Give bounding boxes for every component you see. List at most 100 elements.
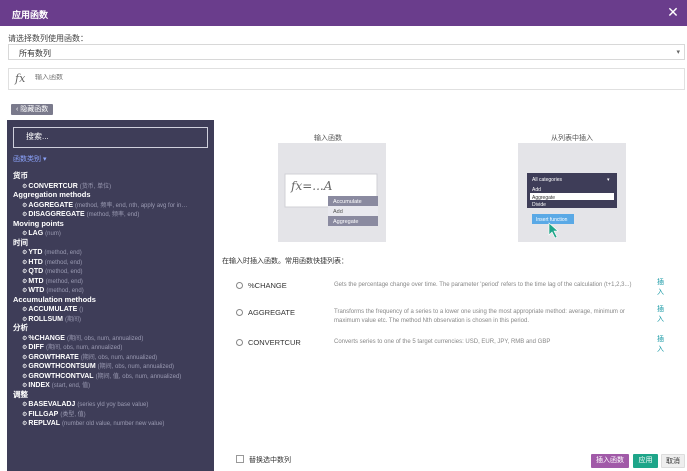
function-item[interactable]: ⚙WTD (method, end) — [13, 285, 213, 295]
function-name: BASEVALADJ — [28, 401, 76, 408]
function-name: MTD — [28, 277, 44, 285]
function-search-input[interactable] — [26, 132, 201, 141]
quick-function-radio[interactable] — [236, 339, 243, 346]
function-item[interactable]: ⚙MTD (method, end) — [13, 276, 213, 286]
function-item[interactable]: ⚙FILLGAP (类型, 值) — [13, 409, 213, 419]
function-name: WTD — [28, 287, 45, 294]
dialog-title: 应用函数 — [12, 10, 49, 20]
function-icon: ⚙ — [22, 259, 28, 266]
quick-function-radio[interactable] — [236, 309, 243, 316]
function-item[interactable]: ⚙QTD (method, end) — [13, 266, 213, 276]
close-icon[interactable]: ✕ — [665, 4, 681, 20]
function-name: REPLVAL — [28, 420, 61, 427]
function-category-heading: 分析 — [13, 323, 28, 332]
function-search-box — [13, 127, 208, 148]
function-icon: ⚙ — [22, 335, 28, 342]
function-icon: ⚙ — [22, 316, 28, 323]
chevron-down-icon: ▾ — [676, 49, 680, 56]
series-select[interactable]: 所有数列 ▾ — [8, 44, 685, 60]
function-item[interactable]: ⚙ACCUMULATE() — [13, 304, 213, 314]
function-category-heading: 货币 — [13, 171, 28, 180]
function-item[interactable]: ⚙%CHANGE (期间, obs, num, annualized) — [13, 333, 213, 343]
function-args: () — [79, 307, 84, 313]
function-args: (货币, 单位) — [79, 183, 112, 190]
insert-function-button[interactable]: 插入函数 — [591, 454, 629, 468]
function-item[interactable]: ⚙BASEVALADJ (series yld yoy base value) — [13, 399, 213, 409]
quick-insert-link[interactable]: 插入 — [657, 335, 665, 355]
function-name: %CHANGE — [28, 334, 65, 342]
quick-function-description: Transforms the frequency of a series to … — [334, 309, 625, 324]
illustration-fx-text: fx=...A — [290, 179, 333, 193]
function-item[interactable]: ⚙YTD (method, end) — [13, 247, 213, 257]
apply-button[interactable]: 应用 — [633, 454, 658, 468]
function-item[interactable]: ⚙ROLLSUM (期间) — [13, 314, 213, 324]
quick-function-row: AGGREGATE Transforms the frequency of a … — [236, 305, 683, 327]
function-name: GROWTHCONTSUM — [28, 363, 96, 370]
function-args: (method, 频率, end) — [86, 212, 140, 218]
function-item[interactable]: ⚙CONVERTCUR (货币, 单位) — [13, 181, 213, 191]
function-item[interactable]: ⚙HTD (method, end) — [13, 257, 213, 267]
function-name: CONVERTCUR — [28, 182, 78, 190]
replace-series-label: 替换选中数列 — [249, 457, 291, 464]
quick-function-row: %CHANGE Gets the percentage change over … — [236, 278, 683, 298]
function-icon: ⚙ — [22, 383, 28, 389]
illustration-menu-label: Aggregate — [333, 219, 358, 225]
illustration-option: Aggregate — [532, 195, 555, 201]
function-category-heading: Accumulation methods — [13, 294, 96, 304]
function-name: ROLLSUM — [28, 315, 63, 323]
function-icon: ⚙ — [22, 202, 28, 209]
hide-functions-button[interactable]: ‹ 隐藏函数 — [11, 104, 54, 115]
function-name: ACCUMULATE — [28, 306, 78, 313]
quick-function-name: %CHANGE — [248, 281, 287, 290]
function-args: (method, end) — [45, 278, 83, 285]
function-args: (期间, obs, num, annualized) — [66, 335, 144, 342]
function-sidebar: 函数类别 ▾ 货币⚙CONVERTCUR(货币, 单位)Aggregation … — [7, 120, 214, 471]
function-icon: ⚙ — [22, 288, 28, 294]
function-item[interactable]: ⚙GROWTHCONTSUM (期间, obs, num, annualized) — [13, 361, 213, 371]
function-args: (method, end) — [45, 269, 83, 275]
function-icon: ⚙ — [22, 278, 28, 285]
list-panel-caption: 从列表中插入 — [551, 135, 593, 142]
function-name: DIFF — [28, 344, 44, 351]
quick-function-name: CONVERTCUR — [248, 338, 301, 347]
function-item[interactable]: ⚙REPLVAL (number old value, number new va… — [13, 418, 213, 428]
function-item[interactable]: ⚙LAG (num) — [13, 228, 213, 238]
series-select-value: 所有数列 — [19, 49, 51, 58]
function-args: (number old value, number new value) — [62, 421, 165, 427]
formula-bar: fx — [8, 68, 685, 90]
function-icon: ⚙ — [22, 421, 28, 427]
cursor-icon — [548, 222, 559, 239]
function-args: (num) — [45, 231, 61, 237]
function-item[interactable]: ⚙DISAGGREGATE (method, 频率, end) — [13, 209, 213, 219]
function-item[interactable]: ⚙INDEX (start, end, 值) — [13, 380, 213, 390]
quick-function-row: CONVERTCUR Converts series to one of the… — [236, 335, 683, 355]
function-icon: ⚙ — [22, 364, 28, 370]
function-args: (series yld yoy base value) — [77, 402, 149, 408]
function-item[interactable]: ⚙AGGREGATE (method, 频率, end, nth, apply a… — [13, 200, 213, 210]
quick-insert-help: 在输入时插入函数。常用函数快捷列表： — [222, 258, 348, 265]
function-name: YTD — [28, 249, 43, 256]
function-name: INDEX — [28, 382, 50, 389]
cancel-button[interactable]: 取消 — [661, 454, 685, 468]
function-item[interactable]: ⚙GROWTHCONTVAL (期间, 值, obs, num, annualiz… — [13, 371, 213, 381]
function-icon: ⚙ — [22, 345, 28, 351]
function-name: QTD — [28, 268, 44, 275]
quick-insert-link[interactable]: 插入 — [657, 278, 665, 298]
function-name: AGGREGATE — [28, 201, 73, 209]
function-name: GROWTHCONTVAL — [28, 372, 94, 380]
illustration-menu-label: Accumulate — [333, 199, 362, 205]
function-icon: ⚙ — [22, 411, 28, 418]
function-args: (期间, obs, num, annualized) — [97, 364, 175, 370]
quick-function-radio[interactable] — [236, 282, 243, 289]
function-name: FILLGAP — [28, 410, 59, 418]
function-icon: ⚙ — [22, 231, 28, 237]
function-item[interactable]: ⚙DIFF (期间, obs, num, annualized) — [13, 342, 213, 352]
quick-insert-link[interactable]: 插入 — [657, 305, 665, 325]
function-categories-toggle[interactable]: 函数类别 ▾ — [13, 154, 46, 164]
function-item[interactable]: ⚙GROWTHRATE (期间, obs, num, annualized) — [13, 352, 213, 362]
function-list: 货币 ⚙CONVERTCUR (货币, 单位) Aggregation methods… — [13, 171, 213, 428]
function-args: (期间, obs, num, annualized) — [45, 345, 123, 351]
replace-series-checkbox[interactable] — [236, 455, 244, 463]
formula-input[interactable] — [35, 74, 635, 81]
series-select-label: 请选择数列使用函数： — [8, 34, 88, 43]
